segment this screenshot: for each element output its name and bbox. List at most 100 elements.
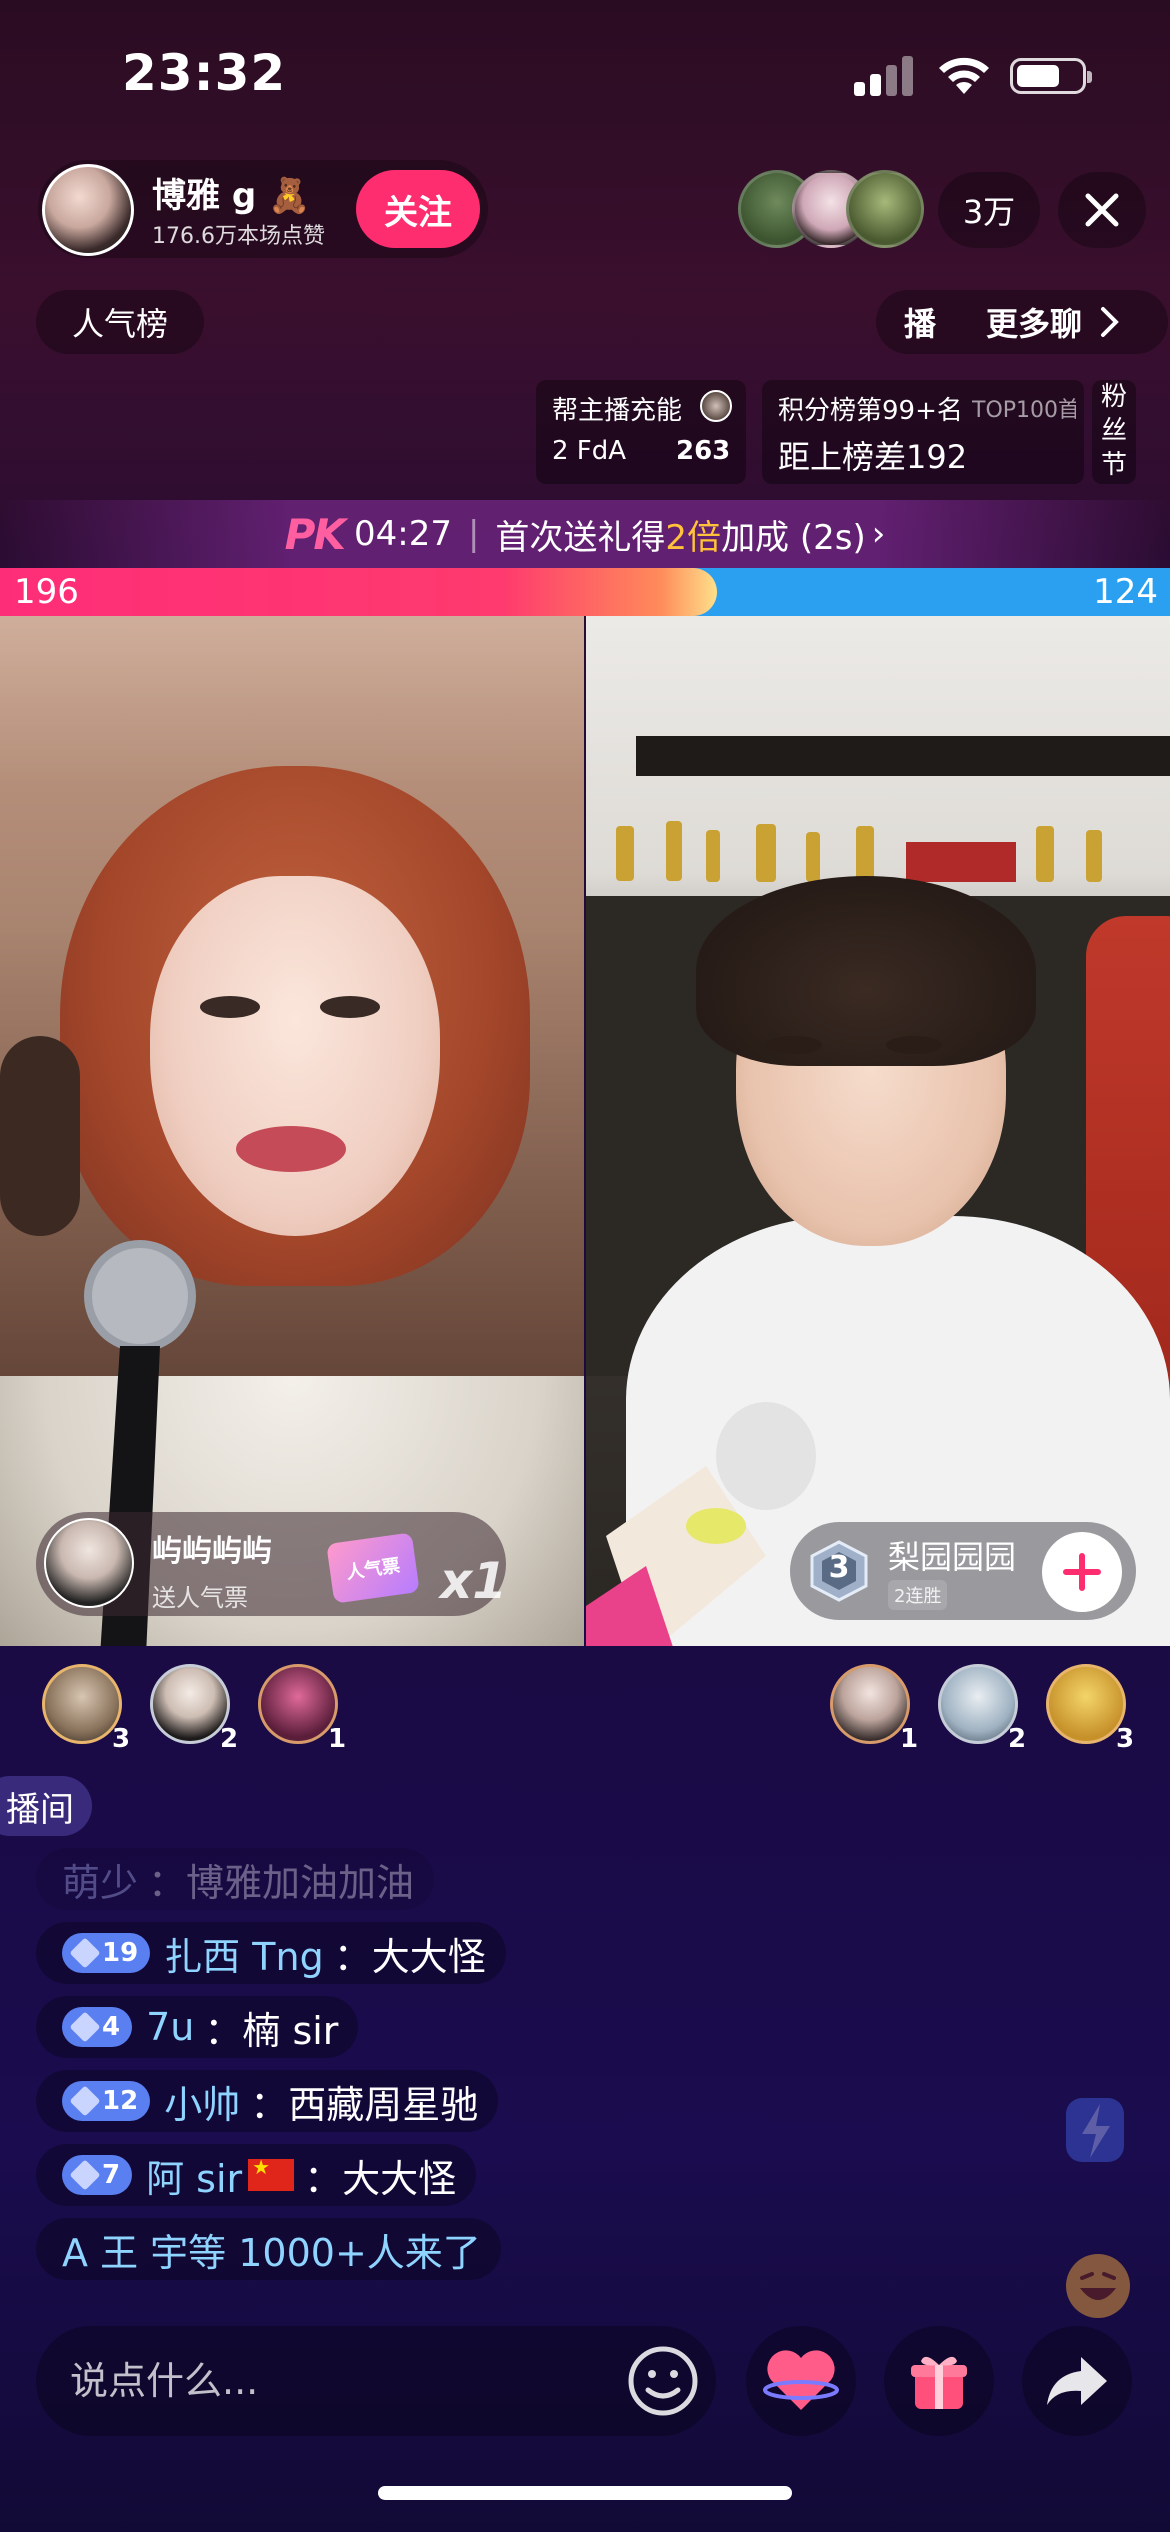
- top-contributor-avatar[interactable]: [150, 1664, 230, 1744]
- tab-label: 播: [904, 305, 937, 343]
- close-button[interactable]: [1058, 172, 1146, 248]
- chat-message: 19 扎西 Tng ： 大大怪: [36, 1922, 506, 1984]
- viewer-avatar[interactable]: [846, 170, 924, 248]
- emoji-icon[interactable]: [620, 2338, 706, 2424]
- pk-score-right: 124: [1093, 572, 1158, 612]
- gift-action: 送人气票: [152, 1584, 248, 1612]
- top-contributor-avatar[interactable]: [830, 1664, 910, 1744]
- eye-left: [766, 1036, 822, 1054]
- user-level-badge: 12: [62, 2081, 151, 2121]
- host-avatar[interactable]: [42, 164, 134, 256]
- popularity-rank-button[interactable]: 人气榜: [36, 290, 204, 354]
- user-level: 4: [102, 2012, 121, 2042]
- pk-promo-highlight: 2倍: [665, 517, 722, 558]
- charge-value: 263: [676, 436, 731, 466]
- pk-score-left: 196: [14, 572, 79, 612]
- chat-username[interactable]: 小帅: [164, 2074, 240, 2129]
- pk-divider: |: [467, 514, 480, 554]
- score-gap: 距上榜差192: [778, 438, 968, 476]
- user-level: 19: [102, 1938, 139, 1968]
- pk-logo: PK: [284, 509, 346, 559]
- score-rank-card[interactable]: 积分榜第99+名 TOP100首 距上榜差192: [762, 380, 1084, 484]
- chat-message: 4 7u ： 楠 sir: [36, 1996, 359, 2058]
- streamer-face: [150, 876, 440, 1236]
- chat-separator: ：: [304, 2156, 343, 2201]
- gifter-name: 屿屿屿屿: [152, 1534, 272, 1569]
- top-contributor-avatar[interactable]: [938, 1664, 1018, 1744]
- chat-username: 萌少: [62, 1860, 139, 1905]
- chat-text: 西藏周星驰: [288, 2082, 479, 2127]
- pk-banner[interactable]: PK 04:27 | 首次送礼得 2倍 加成 (2s) ›: [0, 500, 1170, 568]
- fan-festival-badge[interactable]: 粉丝节: [1092, 380, 1136, 484]
- chat-separator: ：: [250, 2082, 289, 2127]
- popularity-ticket-icon: 人气票: [326, 1532, 420, 1604]
- charge-avatar: [700, 390, 732, 422]
- contributor-rank: 3: [1116, 1724, 1135, 1754]
- diamond-icon: [69, 2085, 101, 2117]
- lightning-icon[interactable]: [1060, 2090, 1130, 2170]
- top-contributor-avatar[interactable]: [1046, 1664, 1126, 1744]
- close-icon: [1085, 193, 1119, 227]
- side-person: [0, 1036, 80, 1236]
- home-indicator[interactable]: [378, 2486, 792, 2500]
- diamond-icon: [69, 1937, 101, 1969]
- host-likes: 176.6万本场点赞: [152, 224, 325, 249]
- wall-shelf: [636, 736, 1170, 776]
- ceiling-light: [0, 616, 584, 786]
- right-streamer-video[interactable]: [586, 616, 1170, 1646]
- charge-card[interactable]: 帮主播充能 2 FdA 263: [536, 380, 746, 484]
- top-contributor-avatar[interactable]: [258, 1664, 338, 1744]
- chat-username[interactable]: 7u: [146, 2005, 194, 2049]
- user-level-badge: 4: [62, 2007, 133, 2047]
- contributor-rank: 2: [1008, 1724, 1027, 1754]
- user-level-badge: 7: [62, 2155, 133, 2195]
- follow-button[interactable]: 关注: [356, 170, 480, 248]
- pk-promo-prefix: 首次送礼得: [495, 517, 666, 558]
- follow-opponent-button[interactable]: [1042, 1532, 1122, 1612]
- top-contributor-avatar[interactable]: [42, 1664, 122, 1744]
- battery-icon: [1010, 58, 1092, 94]
- cellular-signal-icon: [854, 56, 916, 96]
- gift-icon: [911, 2356, 967, 2409]
- user-level-badge: 19: [62, 1933, 151, 1973]
- pk-promo-suffix: 加成 (2s): [721, 517, 866, 558]
- more-chat-label: 更多聊: [986, 305, 1083, 343]
- pk-score-left-fill: [0, 568, 718, 616]
- heart-icon: [763, 2350, 839, 2410]
- laughing-emoji-icon[interactable]: [1060, 2248, 1136, 2324]
- opponent-name: 梨园园园: [888, 1538, 1017, 1576]
- chevron-right-icon: ›: [871, 514, 886, 554]
- win-streak-badge: 2连胜: [888, 1580, 948, 1610]
- user-level: 7: [102, 2160, 121, 2190]
- host-name: 博雅 g 🧸: [152, 176, 311, 216]
- chat-username[interactable]: 扎西 Tng: [164, 1926, 324, 1981]
- chat-username[interactable]: 阿 sir: [146, 2148, 242, 2203]
- share-button[interactable]: [1022, 2326, 1132, 2436]
- charge-team: 2 FdA: [552, 436, 627, 466]
- pk-timer: 04:27: [353, 514, 452, 554]
- room-tag[interactable]: 播间: [0, 1776, 92, 1836]
- chat-separator: ：: [148, 1860, 187, 1905]
- chat-separator: ：: [204, 2008, 243, 2053]
- gifter-avatar[interactable]: [44, 1518, 134, 1608]
- chevron-right-icon: [1101, 307, 1119, 337]
- like-heart-button[interactable]: [746, 2326, 856, 2436]
- gift-button[interactable]: [884, 2326, 994, 2436]
- diamond-icon: [69, 2159, 101, 2191]
- left-streamer-video[interactable]: [0, 616, 584, 1646]
- more-chat-button[interactable]: 播 更多聊: [876, 290, 1168, 354]
- comment-placeholder: 说点什么...: [70, 2359, 259, 2403]
- china-flag-icon: [248, 2155, 295, 2191]
- charge-title: 帮主播充能: [552, 396, 683, 426]
- chat-text: 博雅加油加油: [186, 1860, 415, 1905]
- user-level: 12: [102, 2086, 139, 2116]
- eye-right: [886, 1036, 942, 1054]
- rank-badge-number: 3: [828, 1550, 850, 1585]
- join-notice: A 王 宇等 1000+人来了: [36, 2218, 501, 2280]
- streamer-hair: [696, 876, 1036, 1066]
- viewer-count-button[interactable]: 3万: [938, 172, 1040, 248]
- plus-icon: [1063, 1553, 1101, 1591]
- wifi-icon: [939, 57, 989, 94]
- contributor-rank: 1: [900, 1724, 919, 1754]
- share-arrow-icon: [1047, 2357, 1107, 2405]
